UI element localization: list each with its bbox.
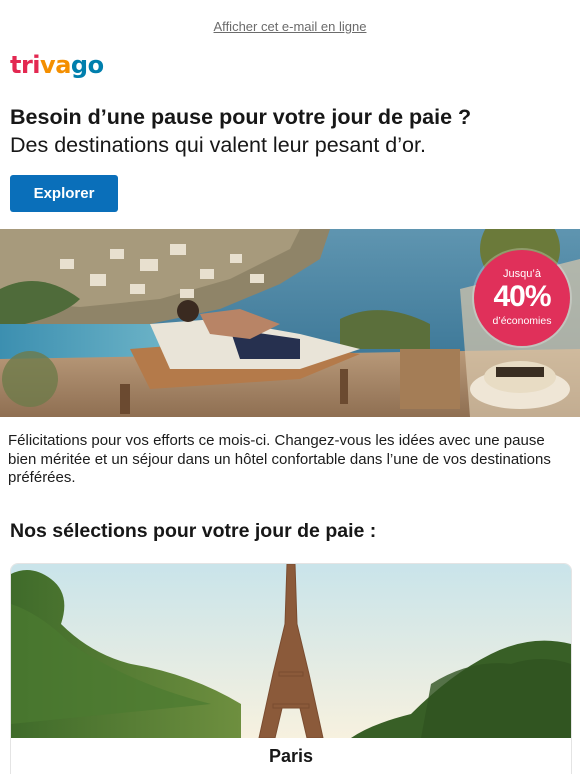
subheadline: Des destinations qui valent leur pesant … bbox=[10, 133, 426, 157]
logo-part-2: va bbox=[40, 51, 71, 79]
trivago-logo[interactable]: trivago bbox=[10, 51, 104, 79]
paris-image bbox=[11, 564, 571, 738]
logo-text: trivago bbox=[10, 51, 104, 79]
explore-button[interactable]: Explorer bbox=[10, 175, 118, 212]
body-text: Félicitations pour vos efforts ce mois-c… bbox=[8, 432, 551, 486]
discount-badge: Jusqu’à 40% d’économies bbox=[474, 250, 570, 346]
badge-line-1: Jusqu’à bbox=[503, 268, 541, 280]
logo-part-1: tri bbox=[10, 51, 41, 79]
destination-name: Paris bbox=[268, 746, 314, 766]
view-online-link[interactable]: Afficher cet e-mail en ligne bbox=[0, 19, 580, 34]
email-page: Afficher cet e-mail en ligne trivago Bes… bbox=[0, 0, 580, 774]
section-title: Nos sélections pour votre jour de paie : bbox=[10, 520, 377, 542]
destination-card[interactable]: Paris bbox=[10, 563, 572, 774]
headline: Besoin d’une pause pour votre jour de pa… bbox=[10, 105, 472, 129]
logo-part-3: go bbox=[70, 51, 104, 79]
badge-line-3: d’économies bbox=[492, 315, 552, 327]
badge-percent: 40% bbox=[493, 280, 551, 313]
